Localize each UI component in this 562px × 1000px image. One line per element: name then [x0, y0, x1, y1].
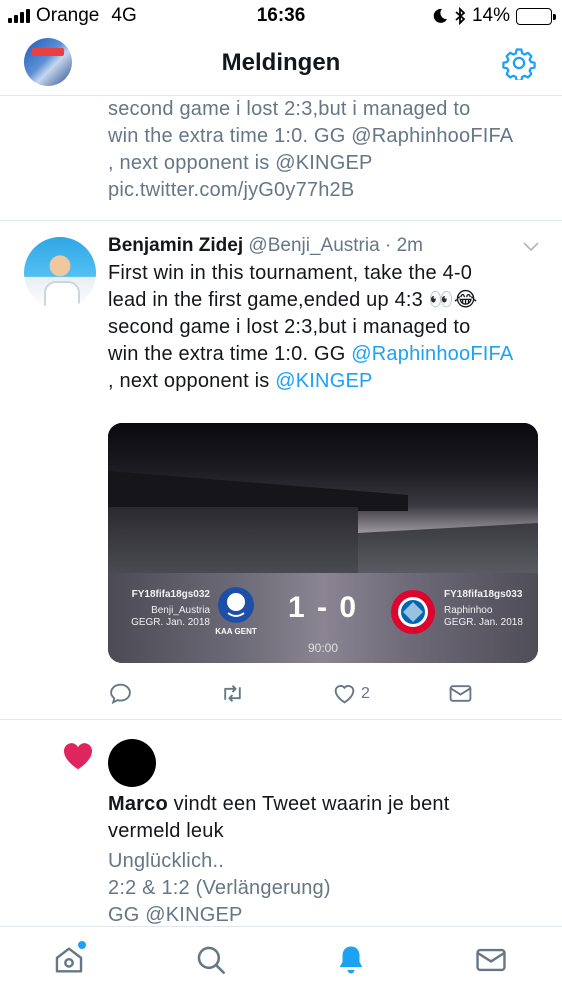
heart-icon — [334, 685, 355, 704]
tab-notifications[interactable] — [334, 943, 368, 977]
quoted-tweet-text[interactable]: Unglücklich.. 2:2 & 1:2 (Verlängerung) G… — [108, 848, 548, 926]
partial-link[interactable]: pic.twitter.com/jyG0y77h2B — [108, 177, 548, 204]
home-unread-dot — [78, 941, 86, 949]
battery-percent: 14% — [471, 5, 510, 26]
tweet-text: First win in this tournament, take the 4… — [108, 260, 548, 395]
away-user: Raphinhoo — [444, 605, 493, 616]
quote-line-2: 2:2 & 1:2 (Verlängerung) — [108, 877, 331, 899]
notification-action: vindt een Tweet waarin je bent — [167, 793, 450, 815]
reply-icon — [110, 683, 131, 705]
like-button[interactable]: 2 — [332, 681, 370, 706]
match-score: 1 - 0 — [287, 591, 359, 624]
avatar[interactable] — [24, 237, 96, 309]
home-id: FY18fifa18gs032 — [131, 589, 210, 600]
retweet-icon — [224, 685, 241, 702]
quote-line-3: GG @KINGEP — [108, 904, 243, 926]
direct-message-button[interactable] — [448, 681, 473, 706]
divider — [0, 220, 562, 221]
battery-icon — [516, 7, 556, 25]
separator-dot: · — [384, 235, 392, 256]
home-user: Benji_Austria — [151, 605, 210, 616]
home-since: GEGR. Jan. 2018 — [131, 617, 210, 628]
tab-search[interactable] — [194, 943, 228, 977]
home-team-info: FY18fifa18gs032 Benji_Austria GEGR. Jan.… — [120, 589, 210, 629]
gent-crest-icon — [218, 587, 254, 623]
reply-button[interactable] — [108, 681, 133, 706]
heart-icon — [63, 743, 93, 770]
notification-text: Marco vindt een Tweet waarin je bent ver… — [108, 791, 548, 845]
tweet-line-3: second game i lost 2:3,but i managed to — [108, 316, 471, 338]
messages-envelope-icon — [476, 948, 506, 972]
tweet-actions: 2 — [108, 681, 488, 707]
tab-messages[interactable] — [474, 943, 508, 977]
partial-tweet[interactable]: second game i lost 2:3,but i managed to … — [108, 96, 548, 204]
home-club: KAA GENT — [215, 627, 257, 636]
tweet-header: Benjamin Zidej @Benji_Austria · 2m — [108, 235, 423, 257]
partial-line-3: , next opponent is @KINGEP — [108, 152, 373, 174]
tweet-line-2: lead in the first game,ended up 4:3 👀😂 — [108, 289, 478, 311]
match-clock: 90:00 — [307, 641, 339, 655]
quote-line-1: Unglücklich.. — [108, 850, 224, 872]
like-count: 2 — [361, 684, 370, 702]
tweet-media-image[interactable]: FY18fifa18gs032 Benji_Austria GEGR. Jan.… — [108, 423, 538, 663]
bayern-crest-icon — [391, 590, 435, 634]
notification-line-1: Marco vindt een Tweet waarin je bent — [108, 791, 548, 818]
partial-line-1: second game i lost 2:3,but i managed to — [108, 98, 471, 120]
mention-link[interactable]: @KINGEP — [275, 370, 372, 392]
notifications-feed[interactable]: second game i lost 2:3,but i managed to … — [0, 96, 562, 926]
away-since: GEGR. Jan. 2018 — [444, 617, 523, 628]
notifications-bell-icon — [339, 946, 363, 974]
tweet-line-1: First win in this tournament, take the 4… — [108, 262, 473, 284]
tab-bar — [0, 926, 562, 1000]
envelope-icon — [449, 685, 472, 702]
moon-icon — [433, 8, 447, 23]
search-icon — [197, 946, 226, 975]
stadium-stand — [108, 507, 358, 573]
partial-line-2: win the extra time 1:0. GG @RaphinhooFIF… — [108, 125, 514, 147]
tweet-time: 2m — [396, 235, 423, 256]
bluetooth-icon — [455, 7, 466, 25]
page-title: Meldingen — [221, 49, 341, 76]
tweet-line-5-text: , next opponent is — [108, 370, 276, 392]
gear-icon[interactable] — [502, 46, 536, 80]
notification-user[interactable]: Marco — [108, 793, 168, 815]
header: Meldingen — [0, 32, 562, 96]
avatar[interactable] — [108, 739, 156, 787]
retweet-button[interactable] — [220, 681, 245, 706]
chevron-down-icon[interactable] — [522, 241, 540, 253]
tweet-line-4: win the extra time 1:0. GG @RaphinhooFIF… — [108, 341, 548, 368]
divider — [0, 719, 562, 720]
away-team-info: FY18fifa18gs033 Raphinhoo GEGR. Jan. 201… — [444, 589, 534, 629]
mention-link[interactable]: @RaphinhooFIFA — [351, 343, 513, 365]
tweet-line-4-text: win the extra time 1:0. GG — [108, 343, 352, 365]
status-bar: Orange 4G 16:36 14% — [0, 0, 562, 32]
scoreboard: FY18fifa18gs032 Benji_Austria GEGR. Jan.… — [108, 573, 538, 663]
tweet-line-5: , next opponent is @KINGEP — [108, 368, 548, 395]
status-right: 14% — [432, 5, 556, 27]
author-handle[interactable]: @Benji_Austria — [248, 235, 379, 256]
notification-line-2: vermeld leuk — [108, 820, 224, 842]
away-id: FY18fifa18gs033 — [444, 589, 523, 600]
author-name[interactable]: Benjamin Zidej — [108, 235, 243, 256]
